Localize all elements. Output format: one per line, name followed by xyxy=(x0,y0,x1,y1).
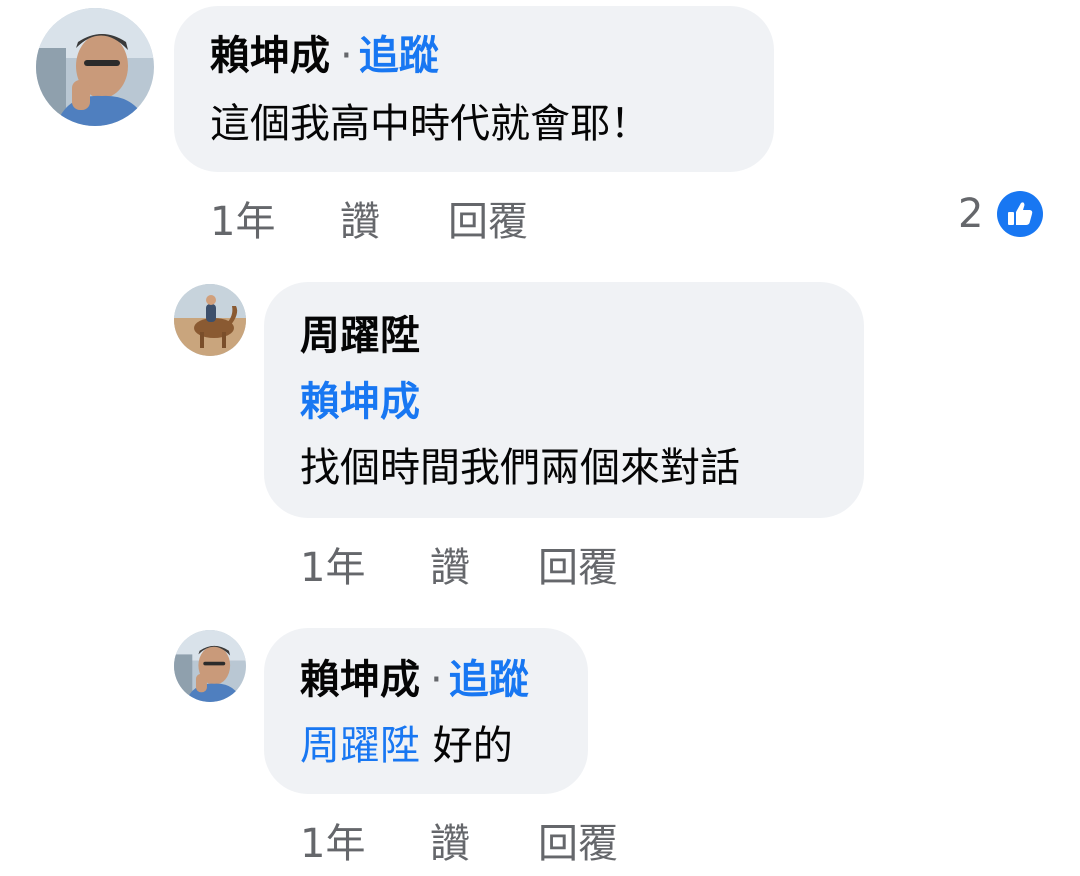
comment-author-name[interactable]: 周躍陞 xyxy=(300,313,420,359)
profile-photo-icon xyxy=(174,630,246,702)
profile-photo-icon xyxy=(36,8,154,126)
comment-text: 好的 xyxy=(432,723,513,769)
comment-timestamp[interactable]: 1年 xyxy=(210,198,275,246)
reply-button[interactable]: 回覆 xyxy=(448,198,528,246)
comment-bubble: 周躍陞 賴坤成 找個時間我們兩個來對話 xyxy=(264,282,864,518)
comment-text: 找個時間我們兩個來對話 xyxy=(300,445,740,491)
like-thumbs-up-icon[interactable] xyxy=(996,190,1044,238)
comment-text: 這個我高中時代就會耶！ xyxy=(210,101,650,147)
profile-photo-icon xyxy=(174,284,246,356)
mention-link[interactable]: 周躍陞 xyxy=(300,723,420,769)
comment-bubble: 賴坤成 · 追蹤 這個我高中時代就會耶！ xyxy=(174,6,774,172)
follow-button[interactable]: 追蹤 xyxy=(449,657,529,703)
separator-dot: · xyxy=(430,657,443,703)
reaction-count[interactable]: 2 xyxy=(958,190,983,238)
comment-timestamp[interactable]: 1年 xyxy=(300,544,365,592)
mention-link[interactable]: 賴坤成 xyxy=(300,378,420,426)
follow-button[interactable]: 追蹤 xyxy=(359,33,439,79)
reply-button[interactable]: 回覆 xyxy=(538,820,618,868)
avatar[interactable] xyxy=(36,8,154,126)
avatar[interactable] xyxy=(174,284,246,356)
like-button[interactable]: 讚 xyxy=(430,544,470,592)
like-button[interactable]: 讚 xyxy=(430,820,470,868)
like-button[interactable]: 讚 xyxy=(340,198,380,246)
comment-author-name[interactable]: 賴坤成 xyxy=(300,657,420,703)
avatar[interactable] xyxy=(174,630,246,702)
reply-button[interactable]: 回覆 xyxy=(538,544,618,592)
separator-dot: · xyxy=(340,33,353,79)
comment-bubble: 賴坤成 · 追蹤 周躍陞 好的 xyxy=(264,628,588,794)
comment-author-name[interactable]: 賴坤成 xyxy=(210,33,330,79)
comment-timestamp[interactable]: 1年 xyxy=(300,820,365,868)
